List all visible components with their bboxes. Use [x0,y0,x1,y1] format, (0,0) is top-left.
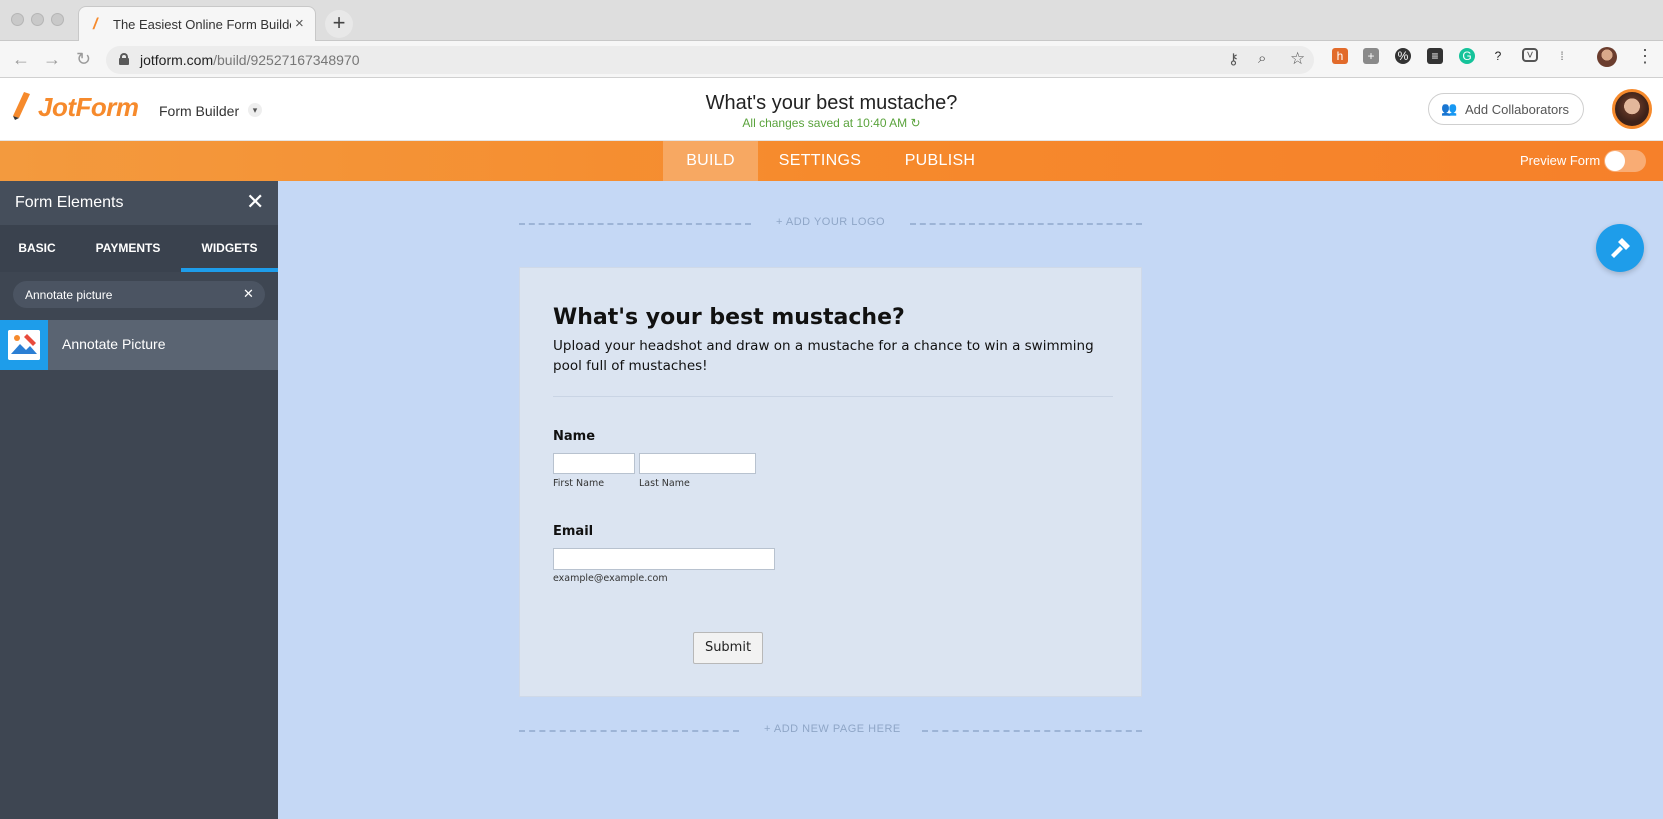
user-avatar[interactable] [1612,89,1652,129]
search-value: Annotate picture [25,288,113,302]
last-name-field[interactable] [639,453,756,474]
dashed-divider [519,730,739,732]
add-page-link[interactable]: + ADD NEW PAGE HERE [764,723,901,735]
browser-menu-icon[interactable]: ⋮ [1636,46,1654,67]
window-minimize-dot[interactable] [31,13,44,26]
tab-payments[interactable]: PAYMENTS [86,225,170,272]
dashed-divider [922,730,1142,732]
last-name-sublabel: Last Name [639,478,690,489]
widget-item-label: Annotate Picture [62,336,166,352]
tab-publish[interactable]: PUBLISH [896,141,984,181]
paint-roller-icon [1611,238,1630,258]
address-bar[interactable]: jotform.com/build/92527167348970 ⚷ ⌕ ☆ [106,46,1314,74]
window-maximize-dot[interactable] [51,13,64,26]
tab-settings[interactable]: SETTINGS [769,141,871,181]
add-collaborators-label: Add Collaborators [1465,102,1570,117]
pocket-extension-icon[interactable]: ˅ [1522,48,1538,62]
browser-tabstrip: / The Easiest Online Form Builder × + [0,0,1663,42]
preview-form-label: Preview Form [1520,153,1601,168]
email-field[interactable] [553,548,775,570]
back-arrow-icon[interactable]: ← [12,49,30,70]
tab-build[interactable]: BUILD [663,141,758,181]
key-icon[interactable]: ⚷ [1228,50,1239,68]
email-sublabel: example@example.com [553,573,668,584]
panel-title: Form Elements [15,194,124,211]
tab-close-icon[interactable]: × [295,15,304,32]
name-label[interactable]: Name [553,429,595,444]
plus-extension-icon[interactable]: + [1363,48,1379,64]
dashed-divider [910,223,1142,225]
form-heading[interactable]: What's your best mustache? [553,305,905,330]
tab-widgets[interactable]: WIDGETS [181,225,278,272]
first-name-field[interactable] [553,453,635,474]
browser-profile-avatar[interactable] [1597,47,1617,67]
add-collaborators-button[interactable]: 👥 Add Collaborators [1428,93,1584,125]
browser-tab[interactable]: / The Easiest Online Form Builder × [78,6,316,42]
save-status: All changes saved at 10:40 AM ↻ [742,116,921,130]
honey-extension-icon[interactable]: h [1332,48,1348,64]
widget-search-input[interactable]: Annotate picture ✕ [13,281,265,308]
tab-title: The Easiest Online Form Builder [113,17,291,32]
builder-nav: BUILD SETTINGS PUBLISH Preview Form [0,141,1663,181]
app-header: JotForm Form Builder ▾ What's your best … [0,78,1663,141]
tab-basic[interactable]: BASIC [0,225,74,272]
url-host: jotform.com [140,52,214,68]
form-title[interactable]: What's your best mustache? [0,92,1663,115]
percent-extension-icon[interactable]: % [1395,48,1411,64]
form-description[interactable]: Upload your headshot and draw on a musta… [553,336,1113,376]
layers-extension-icon[interactable]: ≡ [1427,48,1443,64]
clear-search-icon[interactable]: ✕ [243,286,254,302]
widget-item-annotate-picture[interactable]: Annotate Picture [0,320,278,370]
reload-icon[interactable]: ↻ [76,49,91,70]
heading-divider [553,396,1113,397]
annotate-picture-thumb [8,330,40,360]
annotate-picture-icon [0,320,48,370]
form-elements-panel: Form Elements ✕ BASIC PAYMENTS WIDGETS A… [0,181,278,819]
new-tab-button[interactable]: + [325,10,353,38]
submit-button[interactable]: Submit [693,632,763,664]
dashed-divider [519,223,751,225]
add-page-row[interactable]: + ADD NEW PAGE HERE [519,723,1142,737]
add-logo-row[interactable]: + ADD YOUR LOGO [519,216,1142,230]
form-designer-button[interactable] [1596,224,1644,272]
app-window: / The Easiest Online Form Builder × + ← … [0,0,1663,819]
url-path: /build/92527167348970 [213,52,360,68]
panel-header: Form Elements ✕ [0,181,278,225]
first-name-sublabel: First Name [553,478,605,489]
lock-icon [119,53,129,65]
users-icon: 👥 [1441,101,1458,116]
browser-toolbar: ← → ↻ jotform.com/build/92527167348970 ⚷… [0,41,1663,78]
help-extension-icon[interactable]: ? [1490,48,1506,64]
forward-arrow-icon[interactable]: → [43,49,61,70]
form-card: What's your best mustache? Upload your h… [519,267,1142,697]
grid-extension-icon[interactable]: ⁞ [1554,48,1570,64]
jotform-favicon-icon: / [93,16,98,33]
grammarly-extension-icon[interactable]: G [1459,48,1475,64]
email-label[interactable]: Email [553,524,593,539]
preview-form-toggle[interactable] [1604,150,1646,172]
url-text: jotform.com/build/92527167348970 [140,52,360,68]
close-icon[interactable]: ✕ [246,189,264,215]
window-close-dot[interactable] [11,13,24,26]
panel-tabs: BASIC PAYMENTS WIDGETS [0,225,278,272]
add-logo-link[interactable]: + ADD YOUR LOGO [776,216,885,228]
toggle-knob [1605,151,1625,171]
zoom-icon[interactable]: ⌕ [1258,50,1266,67]
bookmark-star-icon[interactable]: ☆ [1290,49,1305,69]
